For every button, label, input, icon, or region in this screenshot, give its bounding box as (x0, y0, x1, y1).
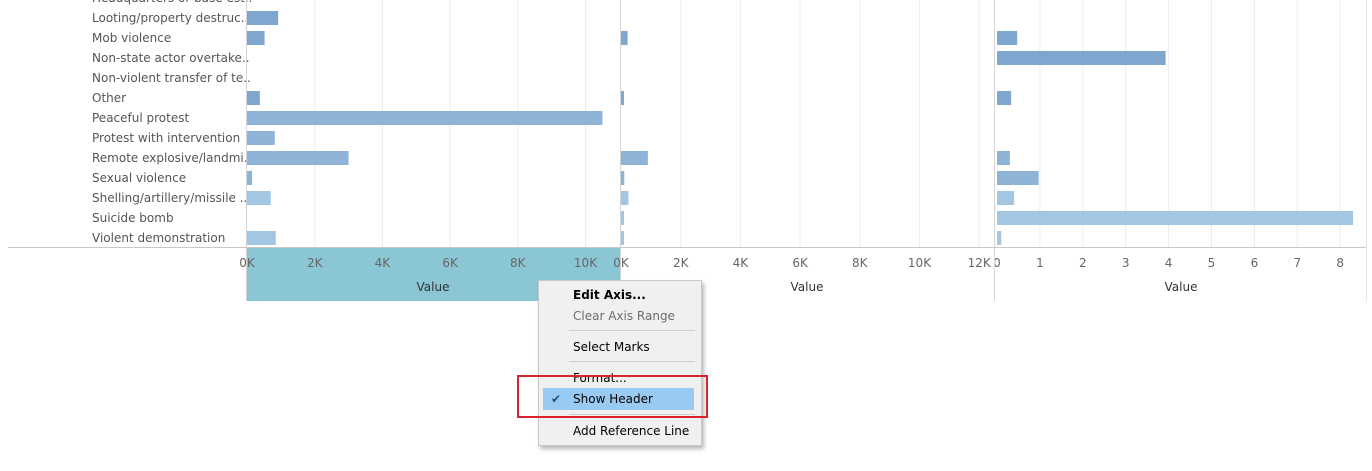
x-tick-label: 2 (1079, 256, 1087, 270)
bar[interactable] (247, 111, 603, 125)
bar[interactable] (621, 191, 629, 205)
x-tick-label: 4K (375, 256, 392, 270)
bar[interactable] (621, 91, 624, 105)
menu-item-edit-axis[interactable]: Edit Axis... (539, 284, 701, 306)
row-label: Looting/property destruc.. (92, 11, 248, 25)
row-label: Suicide bomb (92, 211, 174, 225)
axis-title: Value (417, 280, 450, 294)
row-label: Violent demonstration (92, 231, 225, 245)
bar[interactable] (621, 31, 628, 45)
bar[interactable] (247, 191, 271, 205)
x-tick-label: 8 (1336, 256, 1344, 270)
bar[interactable] (247, 171, 253, 185)
context-menu: Edit Axis... Clear Axis Range Select Mar… (538, 280, 702, 446)
row-label: Peaceful protest (92, 111, 189, 125)
x-tick-label: 7 (1293, 256, 1301, 270)
bar[interactable] (247, 151, 349, 165)
bar[interactable] (997, 151, 1010, 165)
bar[interactable] (247, 131, 275, 145)
row-label: Sexual violence (92, 171, 186, 185)
x-tick-label: 6K (792, 256, 809, 270)
row-label: Remote explosive/landmi.. (92, 151, 251, 165)
x-tick-label: 6K (442, 256, 459, 270)
x-tick-label: 12K (968, 256, 992, 270)
x-tick-label: 5 (1208, 256, 1216, 270)
bar[interactable] (621, 211, 624, 225)
bar[interactable] (997, 211, 1354, 225)
row-label: Protest with intervention (92, 131, 240, 145)
menu-separator (569, 361, 695, 362)
row-label: Headquarters or base est.. (92, 0, 252, 5)
x-tick-label: 0K (613, 256, 630, 270)
bar[interactable] (621, 171, 625, 185)
bar[interactable] (621, 151, 648, 165)
bar[interactable] (997, 91, 1012, 105)
x-tick-label: 6 (1251, 256, 1259, 270)
bar[interactable] (997, 231, 1002, 245)
x-tick-label: 0K (239, 256, 256, 270)
bar[interactable] (997, 51, 1166, 65)
row-label: Non-state actor overtake.. (92, 51, 250, 65)
row-label: Shelling/artillery/missile .. (92, 191, 247, 205)
x-tick-label: 2K (673, 256, 690, 270)
menu-item-add-reference-line[interactable]: Add Reference Line (539, 420, 701, 442)
row-label: Non-violent transfer of te.. (92, 71, 251, 85)
bar[interactable] (247, 11, 279, 25)
axis-title: Value (1165, 280, 1198, 294)
bar[interactable] (997, 191, 1015, 205)
menu-item-clear-axis-range: Clear Axis Range (573, 309, 675, 323)
x-tick-label: 8K (852, 256, 869, 270)
bar[interactable] (247, 31, 265, 45)
x-tick-label: 3 (1122, 256, 1130, 270)
annotation-highlight-box (517, 375, 708, 418)
x-tick-label: 4 (1165, 256, 1173, 270)
bar[interactable] (247, 91, 260, 105)
x-tick-label: 8K (510, 256, 527, 270)
x-tick-label: 10K (574, 256, 598, 270)
bar[interactable] (997, 171, 1039, 185)
row-label: Mob violence (92, 31, 171, 45)
bar[interactable] (997, 31, 1018, 45)
menu-item-select-marks[interactable]: Select Marks (539, 336, 701, 358)
x-tick-label: 10K (908, 256, 932, 270)
menu-separator (569, 330, 695, 331)
x-tick-label: 2K (307, 256, 324, 270)
row-label: Other (92, 91, 126, 105)
x-tick-label: 1 (1036, 256, 1044, 270)
x-tick-label: 4K (733, 256, 750, 270)
row-labels: Headquarters or base est.. Looting/proper… (92, 0, 252, 245)
bar[interactable] (621, 231, 624, 245)
bar[interactable] (247, 231, 276, 245)
axis-title: Value (791, 280, 824, 294)
